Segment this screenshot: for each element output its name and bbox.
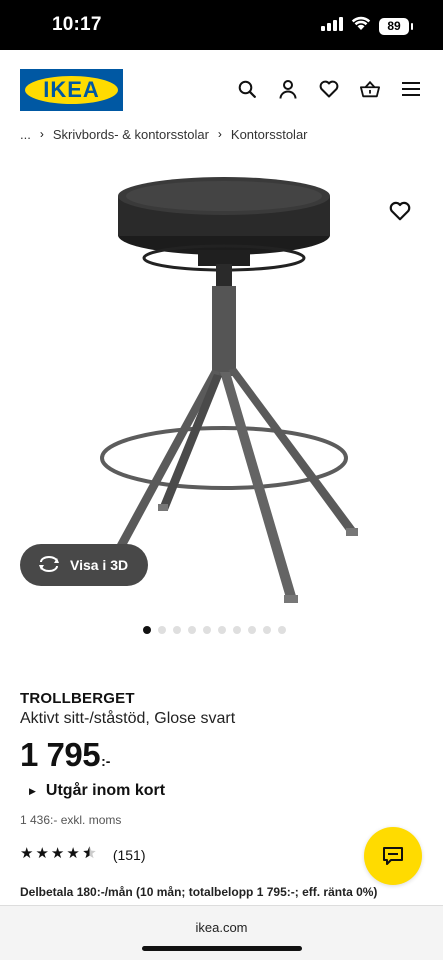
carousel-dot[interactable]	[158, 626, 166, 634]
status-bar: 10:17 89	[0, 0, 443, 50]
status-time: 10:17	[52, 14, 102, 35]
account-icon[interactable]	[278, 78, 298, 100]
view-3d-button[interactable]: Visa i 3D	[20, 544, 148, 586]
chat-icon	[383, 847, 403, 865]
triangle-right-icon: ▶	[29, 785, 36, 796]
chevron-right-icon: ›	[217, 127, 222, 141]
status-icons: 89	[321, 16, 413, 36]
product-rating[interactable]: ★ ★ ★ ★ (151)	[20, 845, 146, 864]
carousel-dots[interactable]	[143, 626, 286, 634]
star-icon: ★	[20, 845, 34, 862]
carousel-dot[interactable]	[173, 626, 181, 634]
chevron-right-icon: ›	[39, 127, 44, 141]
star-icon: ★	[66, 845, 80, 862]
view-3d-label: Visa i 3D	[70, 557, 129, 573]
home-indicator	[142, 946, 302, 951]
signal-icon	[321, 16, 343, 36]
star-icon: ★	[50, 845, 65, 862]
header-icons	[237, 78, 421, 100]
logo-text: IKEA	[43, 77, 100, 102]
breadcrumb: ... › Skrivbords- & kontorsstolar › Kont…	[20, 127, 308, 142]
battery-icon: 89	[379, 17, 413, 35]
price-value: 1 795	[20, 736, 101, 773]
breadcrumb-ellipsis[interactable]: ...	[20, 127, 31, 142]
price-excl-vat: 1 436:- exkl. moms	[20, 813, 122, 827]
installment-info: Delbetala 180:-/mån (10 mån; totalbelopp…	[20, 885, 378, 899]
carousel-dot[interactable]	[263, 626, 271, 634]
favorites-icon[interactable]	[319, 78, 339, 100]
browser-url[interactable]: ikea.com	[0, 920, 443, 935]
price-suffix: :-	[101, 753, 111, 769]
carousel-dot[interactable]	[188, 626, 196, 634]
menu-icon[interactable]	[401, 78, 421, 100]
star-icon: ★	[35, 845, 49, 862]
wifi-icon	[351, 16, 371, 36]
site-header: IKEA	[0, 50, 443, 128]
cart-icon[interactable]	[360, 78, 380, 100]
favorite-button[interactable]	[389, 201, 413, 223]
carousel-dot[interactable]	[233, 626, 241, 634]
rating-stars: ★ ★ ★ ★	[20, 845, 97, 864]
carousel-dot[interactable]	[143, 626, 151, 634]
carousel-dot[interactable]	[203, 626, 211, 634]
carousel-dot[interactable]	[278, 626, 286, 634]
breadcrumb-item[interactable]: Skrivbords- & kontorsstolar	[53, 127, 209, 142]
rating-count: (151)	[112, 846, 146, 863]
product-name: TROLLBERGET	[20, 690, 135, 707]
logo-oval: IKEA	[25, 76, 118, 104]
availability-label: Utgår inom kort	[45, 782, 166, 799]
browser-bottom-bar: ikea.com	[0, 905, 443, 960]
ikea-logo[interactable]: IKEA	[20, 69, 123, 111]
availability-toggle[interactable]: ▶ Utgår inom kort	[29, 782, 165, 800]
chat-button[interactable]	[364, 827, 422, 885]
carousel-dot[interactable]	[218, 626, 226, 634]
breadcrumb-item[interactable]: Kontorsstolar	[231, 127, 308, 142]
heart-icon	[389, 201, 411, 221]
rotate-3d-icon	[38, 555, 60, 575]
carousel-dot[interactable]	[248, 626, 256, 634]
product-description: Aktivt sitt-/ståstöd, Glose svart	[20, 710, 236, 727]
search-icon[interactable]	[237, 78, 257, 100]
star-icon	[82, 845, 97, 864]
product-price: 1 795 :-	[20, 737, 110, 773]
